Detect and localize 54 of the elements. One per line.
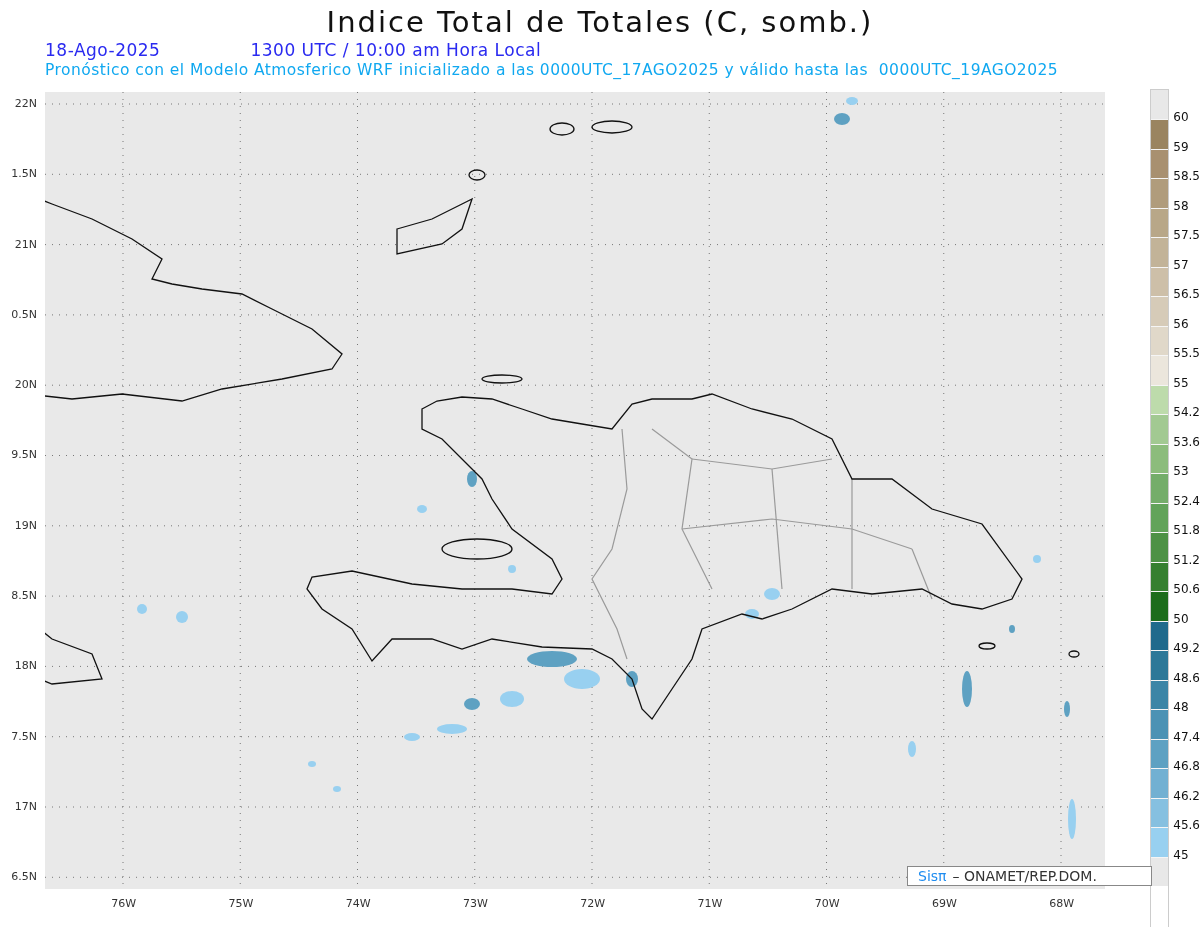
longitude-label: 75W	[227, 896, 255, 911]
longitude-label: 71W	[696, 896, 724, 911]
scale-label: 48.6	[1173, 670, 1200, 687]
scale-label: 52.4	[1173, 493, 1200, 510]
scale-label: 55.5	[1173, 346, 1200, 362]
scale-label: 45.6	[1173, 818, 1200, 834]
scale-label: 46.2	[1173, 788, 1200, 805]
longitude-label: 73W	[461, 896, 489, 911]
scale-cap	[1151, 90, 1169, 119]
longitude-label: 76W	[110, 896, 138, 911]
credit-text: – ONAMET/REP.DOM.	[952, 868, 1097, 884]
latitude-label: 19N	[13, 518, 39, 534]
scale-label: 55	[1173, 375, 1190, 392]
date-label: 18-Ago-2025	[45, 40, 161, 60]
scale-label: 46.8	[1173, 759, 1200, 775]
scale-label: 50.6	[1173, 582, 1200, 598]
scale-label: 58	[1173, 198, 1190, 215]
forecast-subtitle: Pronóstico con el Modelo Atmosferico WRF inicializado a las 0000UTC_17AGO2025 y válido hasta las 0000UTC_19AGO2025	[44, 60, 1060, 80]
latitude-label: 6.5N	[10, 870, 39, 886]
time-label: 1300 UTC / 10:00 am Hora Local	[250, 40, 542, 60]
scale-label: 57.5	[1173, 228, 1200, 244]
scale-label: 45	[1173, 847, 1190, 864]
scale-label: 56.5	[1173, 287, 1200, 303]
chart-title: Indice Total de Totales (C, somb.)	[326, 4, 874, 40]
scale-label: 53.6	[1173, 434, 1200, 451]
latitude-label: 18N	[13, 659, 39, 675]
scale-label: 56	[1173, 316, 1190, 333]
brand-label: Sisπ	[918, 868, 947, 884]
latitude-label: 1.5N	[10, 167, 39, 183]
scale-label: 54.2	[1173, 405, 1200, 421]
latitude-label: 0.5N	[10, 307, 39, 323]
longitude-label: 70W	[813, 896, 841, 911]
scale-label: 58.5	[1173, 169, 1200, 185]
latitude-label: 17N	[13, 799, 39, 815]
latitude-label: 20N	[13, 378, 39, 394]
longitude-label: 68W	[1048, 896, 1076, 911]
scale-label: 51.2	[1173, 552, 1200, 569]
scale-label: 57	[1173, 257, 1190, 274]
scale-label: 48	[1173, 700, 1190, 716]
scale-label: 50	[1173, 611, 1190, 628]
longitude-label: 72W	[579, 896, 607, 911]
latitude-label: 8.5N	[10, 589, 39, 605]
scale-label: 59	[1173, 139, 1190, 156]
scale-label: 53	[1173, 464, 1190, 480]
latitude-label: 21N	[13, 237, 39, 253]
scale-label: 49.2	[1173, 641, 1200, 657]
longitude-label: 69W	[930, 896, 958, 911]
scale-label: 60	[1173, 110, 1190, 126]
latitude-label: 22N	[13, 97, 39, 112]
latitude-label: 7.5N	[10, 729, 39, 745]
longitude-label: 74W	[344, 896, 372, 911]
scale-label: 51.8	[1173, 523, 1200, 539]
scale-label: 47.4	[1173, 729, 1200, 746]
latitude-label: 9.5N	[10, 448, 39, 464]
